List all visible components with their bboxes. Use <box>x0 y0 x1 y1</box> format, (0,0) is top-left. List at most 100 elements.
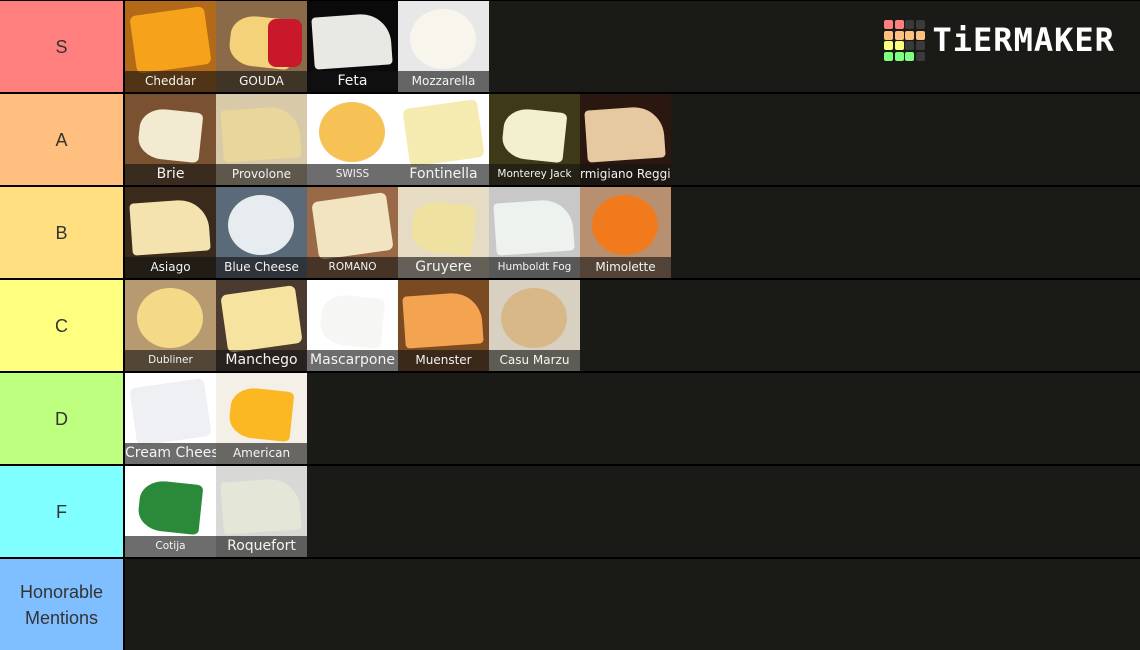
cream-cheese-icon <box>129 378 212 446</box>
tier-items-dropzone[interactable] <box>125 559 1140 650</box>
logo-grid-cell <box>915 20 925 29</box>
cheese-name-caption: Manchego <box>216 350 307 371</box>
tier-items-dropzone[interactable]: Brie Provolone SWISS Fontinella Monterey Jac… <box>125 94 1140 185</box>
humboldt-fog-icon <box>493 198 575 256</box>
logo-grid-cell <box>905 20 914 29</box>
cheese-name-caption: Gruyere <box>398 257 489 278</box>
tier-label[interactable]: A <box>0 94 125 185</box>
tier-list-board: S Cheddar GOUDA Feta Mozzarella A Brie Provolon… <box>0 0 1140 650</box>
cheddar-icon <box>129 6 212 74</box>
cheese-tile-cotija[interactable]: Cotija <box>125 466 216 557</box>
logo-grid-cell <box>915 41 925 50</box>
cheese-name-caption: Mozzarella <box>398 71 489 92</box>
cheese-name-caption: Mimolette <box>580 257 671 278</box>
logo-grid-cell <box>905 41 914 50</box>
cheese-tile-brie[interactable]: Brie <box>125 94 216 185</box>
cheese-tile-blue-cheese[interactable]: Blue Cheese <box>216 187 307 278</box>
cheese-tile-cream-cheese[interactable]: Cream Cheese <box>125 373 216 464</box>
tiermaker-wordmark: TiERMAKER <box>932 21 1115 60</box>
tier-label[interactable]: B <box>0 187 125 278</box>
roquefort-icon <box>220 477 302 535</box>
cheese-name-caption: Casu Marzu <box>489 350 580 371</box>
mascarpone-icon <box>318 292 386 350</box>
tiermaker-logo-icon <box>884 20 925 61</box>
tier-row-d: DCream CheeseAmerican <box>0 373 1140 464</box>
cheese-name-caption: Brie <box>125 164 216 185</box>
tier-items-dropzone[interactable]: Dubliner Manchego Mascarpone Muenster Casu M… <box>125 280 1140 371</box>
cheese-name-caption: rmigiano Reggia <box>580 164 671 185</box>
cheese-tile-fontinella[interactable]: Fontinella <box>398 94 489 185</box>
cheese-tile-dubliner[interactable]: Dubliner <box>125 280 216 371</box>
tier-items-dropzone[interactable]: Asiago Blue Cheese ROMANO Gruyere Humboldt F… <box>125 187 1140 278</box>
feta-icon <box>311 12 393 70</box>
cheese-name-caption: Cheddar <box>125 71 216 92</box>
tier-label[interactable]: D <box>0 373 125 464</box>
cheese-tile-american[interactable]: American <box>216 373 307 464</box>
cheese-tile-cheddar[interactable]: Cheddar <box>125 1 216 92</box>
tier-row-b: B Asiago Blue Cheese ROMANO Gruyere Humboldt … <box>0 187 1140 278</box>
provolone-icon <box>220 105 302 163</box>
cheese-tile-asiago[interactable]: Asiago <box>125 187 216 278</box>
blue-cheese-icon <box>228 195 294 255</box>
cheese-tile-parmigiano-reggiano[interactable]: rmigiano Reggia <box>580 94 671 185</box>
cheese-name-caption: Asiago <box>125 257 216 278</box>
cheese-tile-gouda[interactable]: GOUDA <box>216 1 307 92</box>
muenster-icon <box>402 291 484 349</box>
cheese-name-caption: Humboldt Fog <box>489 257 580 278</box>
cheese-tile-mascarpone[interactable]: Mascarpone <box>307 280 398 371</box>
tier-items-dropzone[interactable]: Cotija Roquefort <box>125 466 1140 557</box>
tier-label[interactable]: Honorable Mentions <box>0 559 125 650</box>
swiss-icon <box>319 102 385 162</box>
cheese-name-caption: Blue Cheese <box>216 257 307 278</box>
cheese-rind-icon <box>268 19 302 67</box>
cheese-name-caption: Mascarpone <box>307 350 398 371</box>
cheese-tile-manchego[interactable]: Manchego <box>216 280 307 371</box>
cheese-tile-muenster[interactable]: Muenster <box>398 280 489 371</box>
tiermaker-logo[interactable]: TiERMAKER <box>884 20 1115 61</box>
tier-label[interactable]: C <box>0 280 125 371</box>
cheese-name-caption: ROMANO <box>307 257 398 278</box>
cheese-tile-mimolette[interactable]: Mimolette <box>580 187 671 278</box>
cheese-tile-roquefort[interactable]: Roquefort <box>216 466 307 557</box>
cheese-name-caption: GOUDA <box>216 71 307 92</box>
dubliner-icon <box>137 288 203 348</box>
cheese-tile-mozzarella[interactable]: Mozzarella <box>398 1 489 92</box>
manchego-icon <box>220 285 303 353</box>
logo-grid-cell <box>915 51 925 61</box>
cheese-name-caption: Cream Cheese <box>125 443 216 464</box>
asiago-icon <box>129 198 211 256</box>
mimolette-icon <box>592 195 658 255</box>
logo-grid-cell <box>905 30 914 40</box>
cheese-tile-provolone[interactable]: Provolone <box>216 94 307 185</box>
romano-icon <box>311 192 394 260</box>
cheese-tile-swiss[interactable]: SWISS <box>307 94 398 185</box>
tier-row-a: A Brie Provolone SWISS Fontinella Monterey Ja… <box>0 94 1140 185</box>
cheese-name-caption: Cotija <box>125 536 216 557</box>
cheese-tile-romano[interactable]: ROMANO <box>307 187 398 278</box>
gruyere-icon <box>409 199 477 257</box>
cheese-tile-feta[interactable]: Feta <box>307 1 398 92</box>
cheese-tile-humboldt-fog[interactable]: Humboldt Fog <box>489 187 580 278</box>
logo-grid-cell <box>884 51 893 61</box>
tier-row-c: C Dubliner Manchego Mascarpone Muenster Casu … <box>0 280 1140 371</box>
logo-grid-cell <box>894 20 904 29</box>
logo-grid-cell <box>894 51 904 61</box>
cheese-tile-casu-marzu[interactable]: Casu Marzu <box>489 280 580 371</box>
logo-grid-cell <box>884 41 893 50</box>
tier-row-honorable: Honorable Mentions <box>0 559 1140 650</box>
monterey-jack-icon <box>500 106 568 164</box>
logo-grid-cell <box>884 20 893 29</box>
tier-items-dropzone[interactable]: Cream CheeseAmerican <box>125 373 1140 464</box>
cheese-name-caption: SWISS <box>307 164 398 185</box>
cheese-tile-monterey-jack[interactable]: Monterey Jack <box>489 94 580 185</box>
tier-label[interactable]: F <box>0 466 125 557</box>
brie-icon <box>136 106 204 164</box>
cheese-tile-gruyere[interactable]: Gruyere <box>398 187 489 278</box>
casu-marzu-icon <box>501 288 567 348</box>
cheese-name-caption: Feta <box>307 71 398 92</box>
tier-label[interactable]: S <box>0 1 125 92</box>
cheese-name-caption: Dubliner <box>125 350 216 371</box>
cheese-name-caption: Muenster <box>398 350 489 371</box>
fontinella-icon <box>402 99 485 167</box>
logo-grid-cell <box>894 41 904 50</box>
